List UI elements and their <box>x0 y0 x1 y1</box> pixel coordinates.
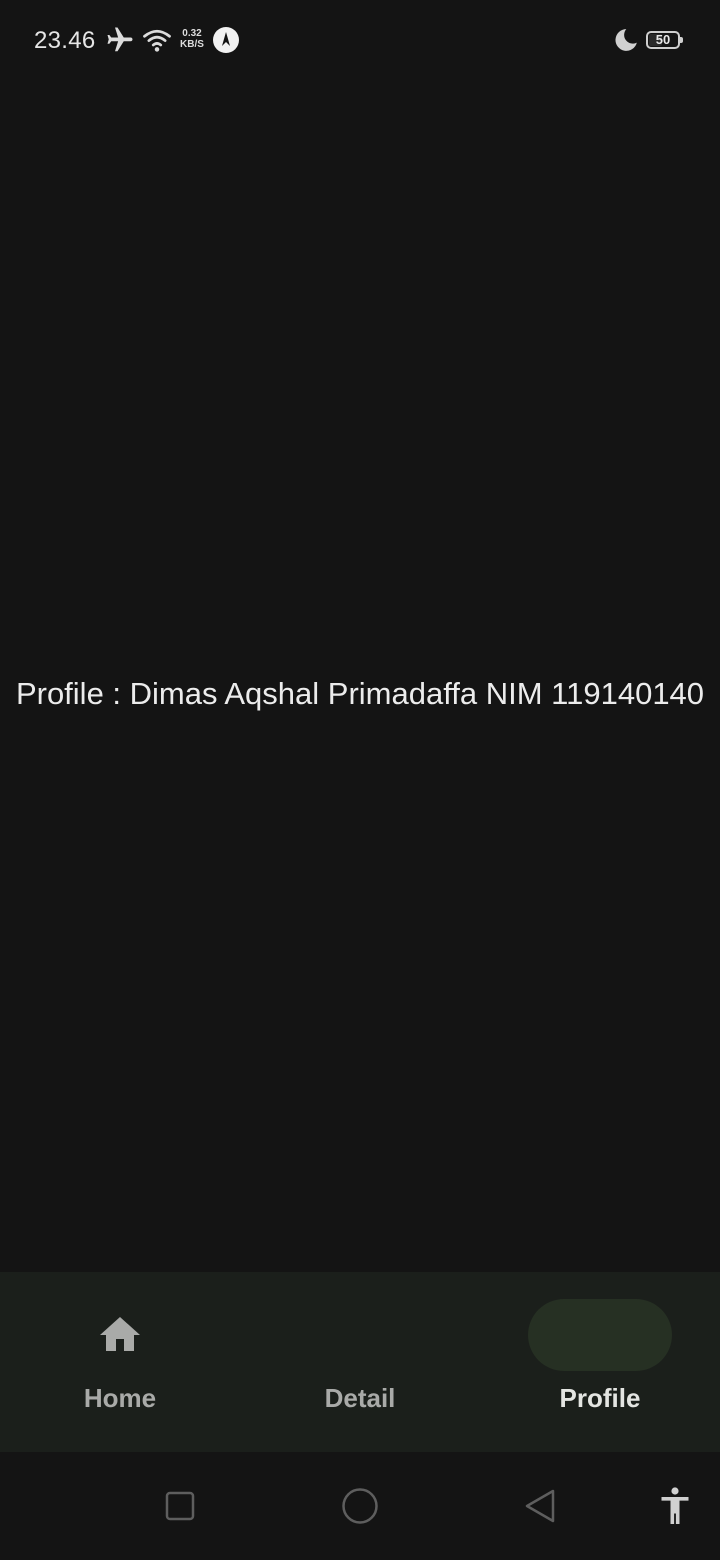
nav-item-profile[interactable]: Profile <box>480 1272 720 1452</box>
wifi-icon <box>140 24 174 56</box>
accessibility-button[interactable] <box>655 1486 695 1526</box>
recents-icon <box>165 1491 195 1521</box>
home-icon <box>96 1311 144 1359</box>
system-navigation-bar <box>0 1452 720 1560</box>
nav-label-home: Home <box>83 1383 157 1413</box>
profile-screen: Profile : Dimas Aqshal Primadaffa NIM 11… <box>0 80 720 1272</box>
nav-label-profile: Profile <box>559 1383 641 1413</box>
bottom-navigation-bar: Home Detail Profile <box>0 1272 720 1452</box>
status-bar: 23.46 0.32 KB/S 50 <box>0 0 720 80</box>
status-time: 23.46 <box>34 27 96 54</box>
app-notification-icon <box>212 26 240 54</box>
nav-indicator-detail <box>288 1299 432 1371</box>
network-speed: 0.32 KB/S <box>176 28 208 50</box>
nav-item-detail[interactable]: Detail <box>240 1272 480 1452</box>
home-circle-icon <box>342 1488 378 1524</box>
accessibility-icon <box>661 1487 689 1524</box>
battery-level-text: 50 <box>655 32 671 47</box>
airplane-icon <box>104 24 136 56</box>
network-speed-unit: KB/S <box>180 39 204 50</box>
back-icon <box>525 1489 555 1523</box>
profile-text: Profile : Dimas Aqshal Primadaffa NIM 11… <box>15 676 705 711</box>
nav-label-detail: Detail <box>324 1383 396 1413</box>
system-home-button[interactable] <box>340 1486 380 1526</box>
recents-button[interactable] <box>160 1486 200 1526</box>
back-button[interactable] <box>520 1486 560 1526</box>
network-speed-value: 0.32 <box>182 28 202 39</box>
nav-indicator-profile <box>528 1299 672 1371</box>
moon-icon <box>612 24 640 56</box>
nav-item-home[interactable]: Home <box>0 1272 240 1452</box>
battery-icon: 50 <box>646 31 683 49</box>
